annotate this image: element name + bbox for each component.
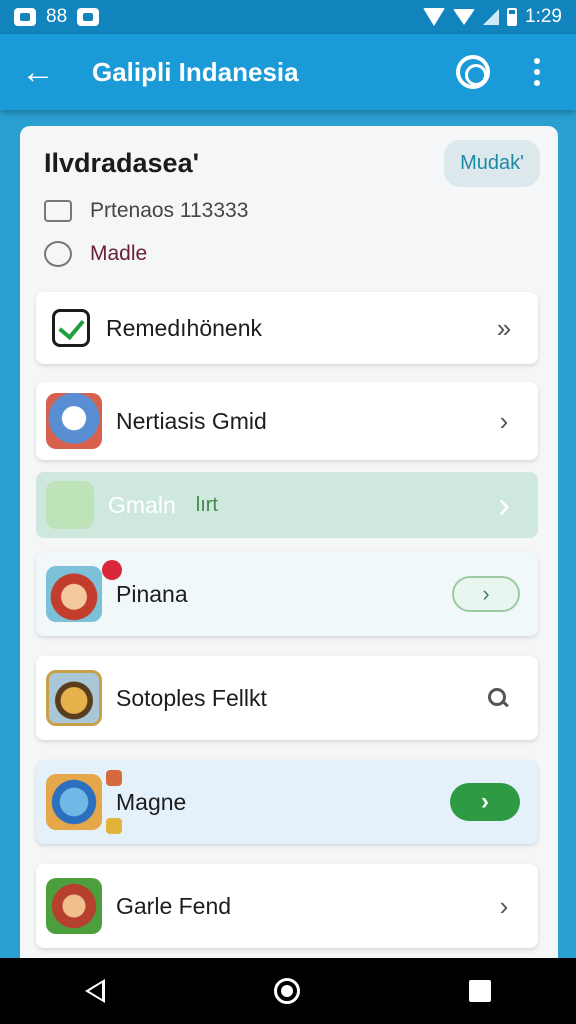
list-item-selected[interactable]: Gmaln lırt › bbox=[36, 472, 538, 538]
play-button[interactable]: › bbox=[450, 783, 520, 821]
id-card-icon bbox=[44, 200, 72, 222]
badge-icon bbox=[106, 818, 122, 834]
message-notification-icon bbox=[77, 8, 100, 26]
status-bar-left: 88 bbox=[14, 6, 100, 28]
list-item-label: Sotoples Fellkt bbox=[116, 684, 267, 711]
search-icon[interactable] bbox=[486, 686, 510, 710]
game-thumbnail bbox=[46, 566, 102, 622]
battery-icon bbox=[507, 8, 518, 26]
app-bar-title: Galipli Indanesia bbox=[92, 56, 299, 87]
nav-home-icon[interactable] bbox=[273, 978, 300, 1004]
notification-badge bbox=[102, 560, 122, 580]
checkbox-icon[interactable] bbox=[52, 309, 90, 347]
more-options-icon[interactable] bbox=[534, 58, 542, 86]
game-thumbnail bbox=[46, 878, 102, 934]
status-bar-right: 1:29 bbox=[423, 6, 562, 28]
list-item-label: Gmaln bbox=[108, 491, 176, 518]
list-item-label: Nertiasis Gmid bbox=[116, 407, 267, 434]
game-thumbnail bbox=[46, 481, 94, 529]
game-thumbnail bbox=[46, 774, 102, 830]
list-item-label: Magne bbox=[116, 788, 187, 815]
settings-gear-icon[interactable] bbox=[456, 55, 490, 89]
status-bar-label: 88 bbox=[46, 6, 68, 27]
status-time: 1:29 bbox=[525, 6, 562, 27]
profile-action-button[interactable]: Mudak' bbox=[444, 140, 540, 187]
wifi-icon bbox=[423, 8, 446, 26]
list-item-label: Remedıhönenk bbox=[106, 314, 262, 341]
list-item-game-5[interactable]: Garle Fend › bbox=[36, 864, 538, 948]
profile-meta-row-1: Prtenaos 113333 bbox=[44, 199, 534, 223]
badge-icon bbox=[106, 770, 122, 786]
gallery-notification-icon bbox=[14, 8, 36, 26]
network-icon bbox=[483, 9, 500, 25]
game-thumbnail bbox=[46, 670, 102, 726]
back-arrow-icon[interactable]: ← bbox=[0, 34, 76, 110]
list-item-game-3[interactable]: Sotoples Fellkt bbox=[36, 656, 538, 740]
system-nav-bar bbox=[0, 958, 576, 1024]
chevron-right-icon[interactable]: › bbox=[484, 891, 524, 922]
profile-meta-2: Madle bbox=[90, 242, 148, 265]
location-icon bbox=[44, 241, 72, 267]
open-button[interactable]: › bbox=[452, 576, 520, 612]
list-item-game-1[interactable]: Nertiasis Gmid › bbox=[36, 382, 538, 460]
game-thumbnail bbox=[46, 393, 102, 449]
list-item-game-4[interactable]: Magne › bbox=[36, 760, 538, 844]
list-item-label: Garle Fend bbox=[116, 892, 232, 919]
signal-icon bbox=[453, 9, 476, 25]
profile-meta-row-2: Madle bbox=[44, 241, 534, 267]
chevron-right-icon[interactable]: › bbox=[484, 406, 524, 437]
status-bar: 88 1:29 bbox=[0, 0, 576, 34]
chevron-right-icon[interactable]: › bbox=[484, 484, 524, 526]
profile-header: Ilvdradasea' Mudak' Prtenaos 113333 Madl… bbox=[20, 126, 558, 286]
nav-back-icon[interactable] bbox=[84, 979, 105, 1003]
content-sheet: Ilvdradasea' Mudak' Prtenaos 113333 Madl… bbox=[20, 126, 558, 976]
list-item-extra: lırt bbox=[195, 493, 218, 516]
list-item-remedy[interactable]: Remedıhönenk » bbox=[36, 292, 538, 364]
app-bar: ← Galipli Indanesia bbox=[0, 34, 576, 110]
list-item-label: Pinana bbox=[116, 580, 188, 607]
profile-meta-1: Prtenaos 113333 bbox=[90, 199, 249, 222]
double-chevron-right-icon[interactable]: » bbox=[484, 313, 524, 344]
list-item-game-2[interactable]: Pinana › bbox=[36, 552, 538, 636]
nav-recents-icon[interactable] bbox=[469, 980, 492, 1002]
